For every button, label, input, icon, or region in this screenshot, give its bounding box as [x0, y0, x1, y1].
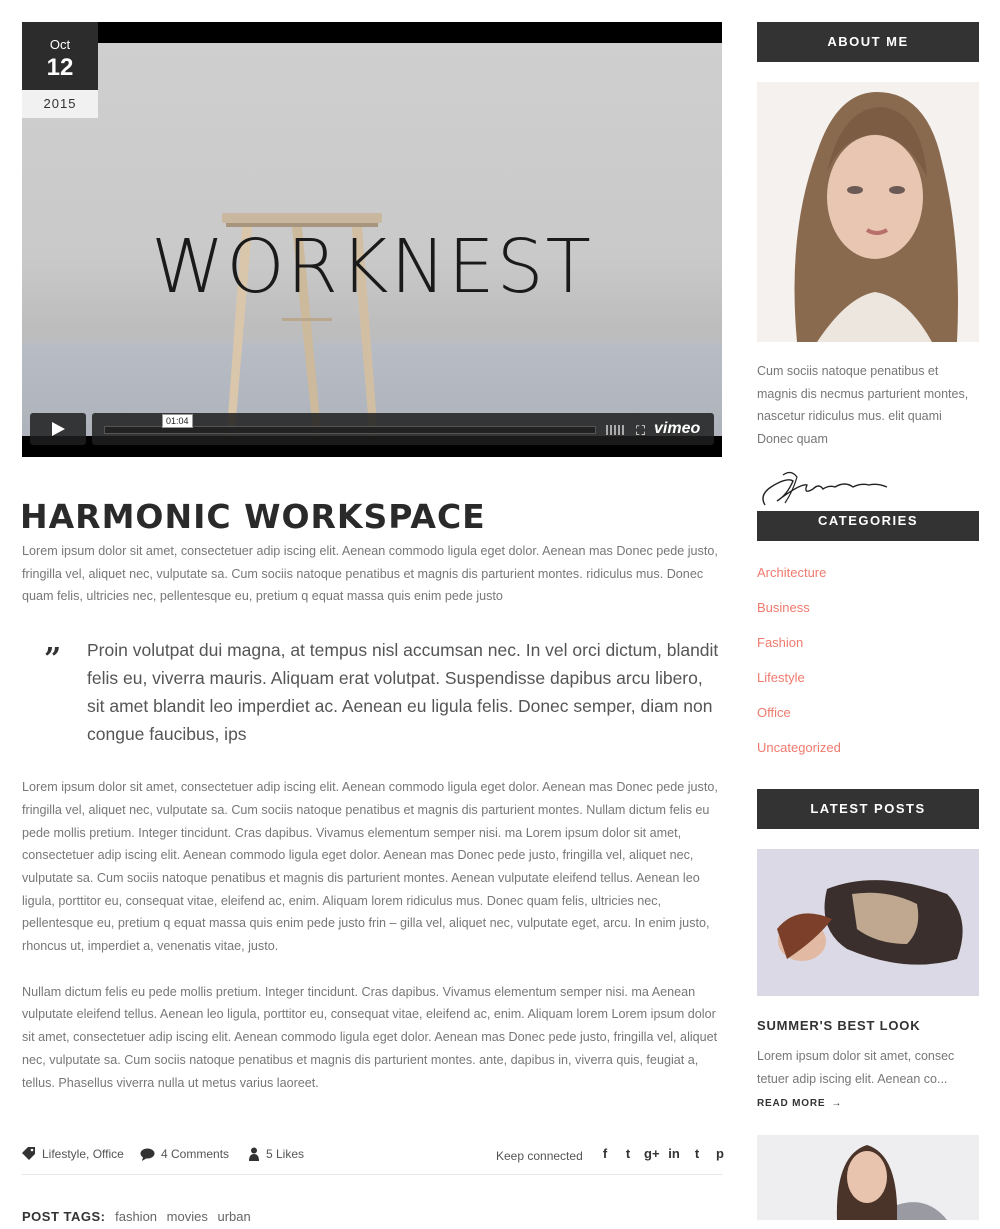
latest-post-image-2[interactable]	[757, 1135, 979, 1221]
category-item[interactable]: Business	[757, 600, 979, 635]
quote-text: Proin volutpat dui magna, at tempus nisl…	[87, 640, 719, 745]
post-article: WORKNEST Oct 12 2015 01:04 ⛶ vimeo HARMO…	[20, 22, 724, 1224]
post-title: HARMONIC WORKSPACE	[20, 497, 486, 536]
meta-categories[interactable]: Lifestyle, Office	[22, 1147, 124, 1161]
latest-post-image[interactable]	[757, 848, 979, 996]
keep-connected-label: Keep connected	[496, 1149, 583, 1164]
tag-icon	[22, 1147, 35, 1161]
volume-icon[interactable]	[606, 425, 624, 435]
facebook-icon[interactable]: f	[598, 1146, 612, 1161]
post-intro: Lorem ipsum dolor sit amet, consectetuer…	[22, 544, 718, 604]
meta-categories-text: Lifestyle, Office	[42, 1147, 124, 1162]
play-icon	[52, 422, 65, 436]
date-day: 12	[46, 54, 74, 81]
comment-icon	[140, 1148, 155, 1161]
play-button[interactable]	[30, 413, 86, 445]
category-item[interactable]: Lifestyle	[757, 670, 979, 705]
pinterest-icon[interactable]: p	[713, 1146, 727, 1161]
latest-posts-title: LATEST POSTS	[757, 788, 979, 829]
meta-comments[interactable]: 4 Comments	[140, 1147, 229, 1161]
category-item[interactable]: Uncategorized	[757, 740, 979, 775]
categories-title: CATEGORIES	[757, 510, 979, 541]
video-player[interactable]: WORKNEST Oct 12 2015 01:04 ⛶ vimeo	[22, 22, 722, 457]
twitter-icon[interactable]: t	[621, 1146, 635, 1161]
video-control-bar: 01:04 ⛶ vimeo	[92, 413, 714, 445]
linkedin-icon[interactable]: in	[667, 1146, 681, 1161]
tag-link[interactable]: fashion	[115, 1209, 157, 1224]
tumblr-icon[interactable]: t	[690, 1146, 704, 1161]
meta-likes[interactable]: 5 Likes	[248, 1147, 305, 1162]
user-icon	[249, 1147, 259, 1162]
video-overlay-title: WORKNEST	[151, 224, 593, 310]
about-photo	[757, 82, 979, 342]
post-meta: Lifestyle, Office 4 Comments 5 Likes Kee…	[22, 1141, 724, 1176]
social-links: f t g+ in t p	[598, 1146, 727, 1161]
fullscreen-icon[interactable]: ⛶	[636, 423, 645, 439]
arrow-right-icon: →	[831, 1098, 843, 1110]
video-controls: 01:04 ⛶ vimeo	[30, 413, 714, 445]
blockquote: ” Proin volutpat dui magna, at tempus ni…	[22, 636, 722, 748]
post-body-2: Nullam dictum felis eu pede mollis preti…	[22, 984, 718, 1090]
video-progress-bar[interactable]: 01:04	[104, 414, 596, 434]
video-frame: WORKNEST	[22, 43, 722, 443]
about-title: ABOUT ME	[757, 22, 979, 62]
video-letterbox-top	[22, 22, 722, 43]
date-badge: Oct 12 2015	[22, 22, 98, 118]
google-plus-icon[interactable]: g+	[644, 1146, 660, 1161]
video-time: 01:04	[162, 414, 193, 428]
category-item[interactable]: Architecture	[757, 565, 979, 600]
date-year: 2015	[22, 90, 98, 118]
latest-post-excerpt: Lorem ipsum dolor sit amet, consec tetue…	[757, 1048, 955, 1086]
meta-likes-text: 5 Likes	[266, 1147, 305, 1162]
post-tags: POST TAGS: fashion movies urban	[22, 1209, 722, 1224]
about-text: Cum sociis natoque penatibus et magnis d…	[757, 364, 969, 447]
date-month: Oct	[49, 37, 71, 52]
read-more-label: READ MORE	[757, 1098, 826, 1110]
tag-link[interactable]: urban	[217, 1209, 250, 1224]
post-tags-label: POST TAGS:	[22, 1209, 106, 1225]
category-item[interactable]: Fashion	[757, 635, 979, 670]
read-more-link[interactable]: READ MORE →	[757, 1098, 979, 1109]
category-list: Architecture Business Fashion Lifestyle …	[757, 565, 979, 775]
category-item[interactable]: Office	[757, 705, 979, 740]
tag-link[interactable]: movies	[167, 1209, 208, 1224]
signature	[757, 465, 979, 511]
vimeo-logo[interactable]: vimeo	[654, 420, 700, 438]
sidebar: ABOUT ME Cum sociis natoque penatibus et…	[757, 22, 979, 1221]
latest-post-title[interactable]: SUMMER'S BEST LOOK	[757, 1018, 979, 1033]
meta-comments-text: 4 Comments	[161, 1147, 230, 1162]
quote-icon: ”	[44, 642, 62, 678]
post-body-1: Lorem ipsum dolor sit amet, consectetuer…	[22, 780, 718, 954]
